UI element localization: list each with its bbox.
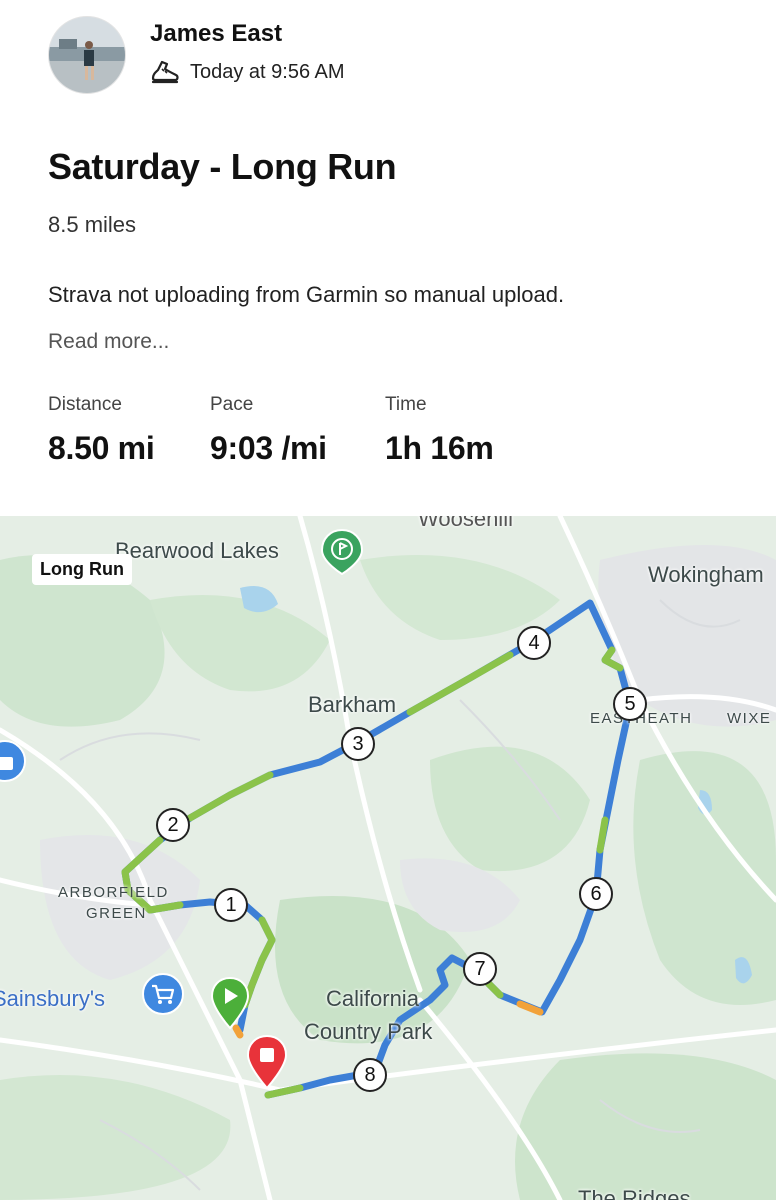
activity-description: Strava not uploading from Garmin so manu… [48,282,565,307]
place-label: Sainsbury's [0,986,106,1011]
running-shoe-icon [151,60,179,84]
shopping-bag-poi-icon[interactable] [0,738,28,784]
place-label: Wokingham [648,562,764,587]
stat-time: Time 1h 16m [385,394,494,467]
athlete-avatar[interactable] [48,16,126,94]
mile-marker[interactable]: 2 [156,808,190,842]
stat-value: 9:03 /mi [210,430,327,466]
mile-marker[interactable]: 3 [341,727,375,761]
mile-marker[interactable]: 4 [517,626,551,660]
mile-marker[interactable]: 6 [579,877,613,911]
read-more-link[interactable]: Read more... [48,330,169,354]
place-label: ARBORFIELD [58,884,169,901]
place-label: California [326,986,419,1011]
route-map[interactable]: Woosehill Bearwood Lakes Wokingham Barkh… [0,516,776,1200]
stat-pace: Pace 9:03 /mi [210,394,327,467]
athlete-name[interactable]: James East [150,20,282,48]
activity-summary: 8.5 miles [48,212,137,237]
stat-value: 1h 16m [385,430,494,466]
activity-timestamp: Today at 9:56 AM [190,60,345,83]
play-marker-icon[interactable] [210,976,250,1030]
activity-title[interactable]: Saturday - Long Run [48,146,397,188]
place-label: Country Park [304,1019,433,1044]
stat-distance: Distance 8.50 mi [48,394,155,467]
mile-marker[interactable]: 7 [463,952,497,986]
place-label: WIXE [727,710,772,727]
golf-poi-icon[interactable] [318,528,366,576]
place-label: GREEN [86,905,147,922]
place-label: Woosehill [418,516,513,531]
mile-marker[interactable]: 1 [214,888,248,922]
stat-label: Time [385,394,427,415]
place-label: Barkham [308,692,397,717]
post-header: James East Today at 9:56 AM [0,0,776,110]
place-label: The Ridges [578,1186,691,1200]
mile-marker[interactable]: 8 [353,1058,387,1092]
activity-meta: Today at 9:56 AM [150,58,345,86]
map-canvas [0,516,776,1200]
stat-label: Distance [48,394,122,415]
stop-marker-icon[interactable] [246,1034,288,1090]
mile-marker[interactable]: 5 [613,687,647,721]
stat-label: Pace [210,394,254,415]
shopping-cart-poi-icon[interactable] [140,971,186,1017]
stat-value: 8.50 mi [48,430,155,466]
map-badge: Long Run [32,554,132,585]
place-label: Bearwood Lakes [115,538,279,563]
